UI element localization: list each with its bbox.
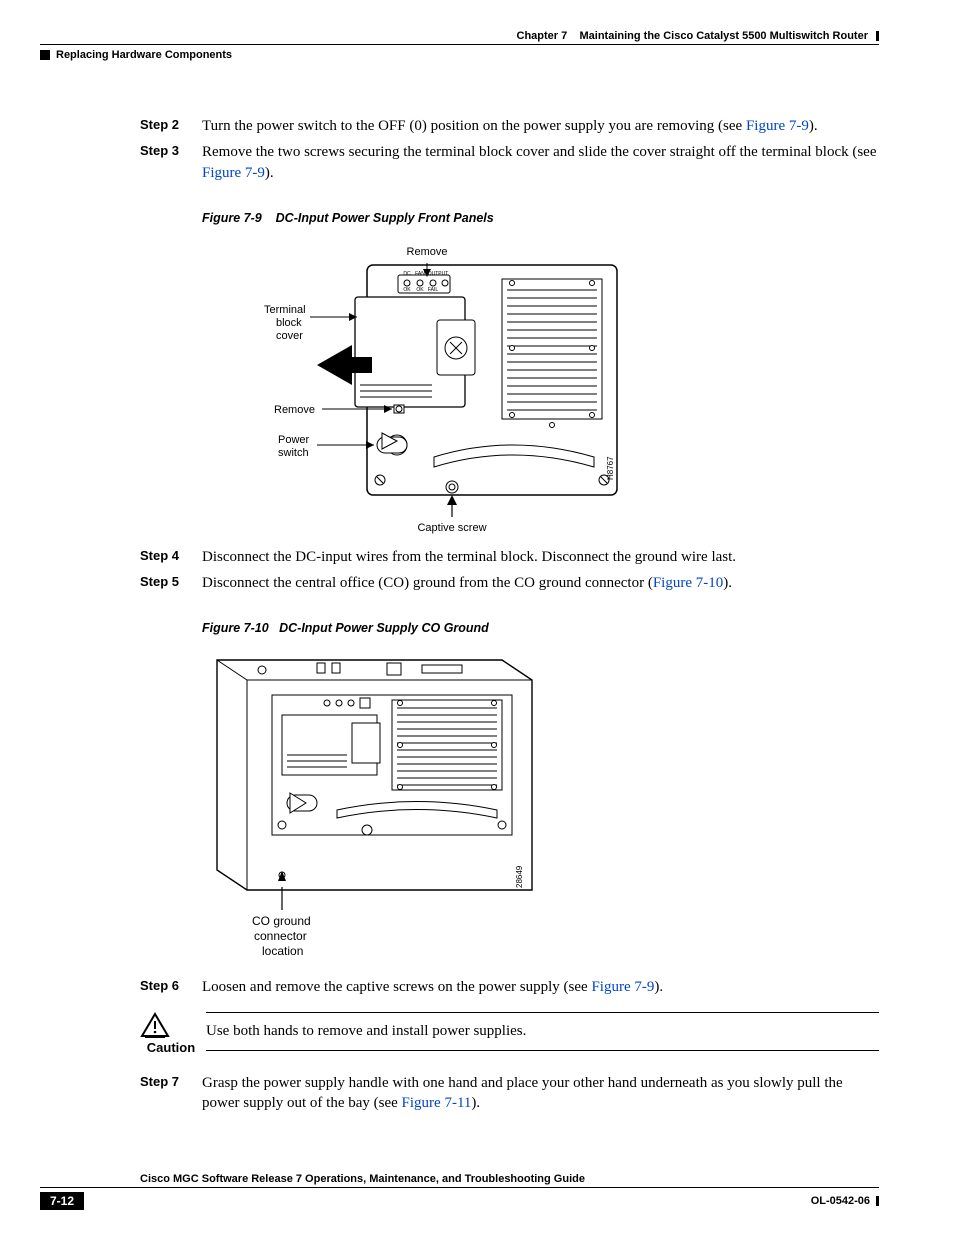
step-row: Step 6 Loosen and remove the captive scr…: [140, 977, 879, 997]
page: Chapter 7 Maintaining the Cisco Catalyst…: [0, 0, 954, 1230]
section-marker-icon: [40, 50, 50, 60]
figure-link[interactable]: Figure 7-10: [653, 575, 723, 591]
label-power2: switch: [278, 447, 309, 459]
chapter-prefix: Chapter 7: [517, 30, 568, 42]
step-row: Step 2 Turn the power switch to the OFF …: [140, 116, 879, 136]
footer-guide-title: Cisco MGC Software Release 7 Operations,…: [140, 1173, 879, 1185]
step-row: Step 5 Disconnect the central office (CO…: [140, 573, 879, 593]
figure-caption: Figure 7-9 DC-Input Power Supply Front P…: [202, 211, 879, 225]
step-label: Step 7: [140, 1073, 202, 1114]
step-text: Disconnect the central office (CO) groun…: [202, 573, 879, 593]
svg-text:FAN: FAN: [415, 271, 425, 277]
step-label: Step 3: [140, 142, 202, 183]
step-label: Step 6: [140, 977, 202, 997]
footer-bar-icon: [876, 1196, 879, 1206]
figure-caption: Figure 7-10 DC-Input Power Supply CO Gro…: [202, 621, 879, 635]
svg-text:FAIL: FAIL: [428, 287, 439, 293]
figure-7-9: Remove Terminal block cover Remove Power…: [202, 235, 879, 535]
step-text: Grasp the power supply handle with one h…: [202, 1073, 879, 1114]
step-row: Step 3 Remove the two screws securing th…: [140, 142, 879, 183]
svg-text:OK: OK: [416, 287, 424, 293]
figure-id: 28649: [515, 865, 524, 888]
svg-text:OUTPUT: OUTPUT: [428, 271, 449, 277]
step-label: Step 2: [140, 116, 202, 136]
step-text: Disconnect the DC-input wires from the t…: [202, 547, 879, 567]
main-content: Step 2 Turn the power switch to the OFF …: [140, 116, 879, 1113]
running-header: Chapter 7 Maintaining the Cisco Catalyst…: [40, 30, 879, 42]
caution-icon: [140, 1012, 170, 1038]
step-text: Turn the power switch to the OFF (0) pos…: [202, 116, 879, 136]
figure-link[interactable]: Figure 7-9: [746, 118, 809, 134]
step-label: Step 5: [140, 573, 202, 593]
step-text: Remove the two screws securing the termi…: [202, 142, 879, 183]
label-terminal2: block: [276, 317, 302, 329]
label-co1: CO ground: [252, 914, 311, 928]
figure-7-10: CO ground connector location 28649: [202, 645, 879, 965]
page-footer: Cisco MGC Software Release 7 Operations,…: [40, 1173, 879, 1210]
caution-block: Caution Use both hands to remove and ins…: [140, 1012, 879, 1055]
label-remove-side: Remove: [274, 404, 315, 416]
label-terminal1: Terminal: [264, 304, 306, 316]
chapter-title: Maintaining the Cisco Catalyst 5500 Mult…: [580, 30, 869, 42]
svg-text:OK: OK: [403, 287, 411, 293]
page-number-badge: 7-12: [40, 1192, 84, 1210]
figure-link[interactable]: Figure 7-11: [402, 1095, 472, 1111]
section-name: Replacing Hardware Components: [56, 49, 232, 61]
label-power1: Power: [278, 434, 310, 446]
caution-label: Caution: [140, 1040, 202, 1055]
label-co3: location: [262, 944, 303, 958]
step-row: Step 7 Grasp the power supply handle wit…: [140, 1073, 879, 1114]
label-co2: connector: [254, 929, 307, 943]
label-captive: Captive screw: [417, 522, 486, 534]
svg-text:DC: DC: [403, 271, 411, 277]
figure-link[interactable]: Figure 7-9: [202, 165, 265, 181]
header-bar-icon: [876, 31, 879, 41]
doc-id: OL-0542-06: [811, 1195, 870, 1207]
step-row: Step 4 Disconnect the DC-input wires fro…: [140, 547, 879, 567]
label-terminal3: cover: [276, 330, 303, 342]
figure-link[interactable]: Figure 7-9: [591, 979, 654, 995]
label-remove-top: Remove: [407, 246, 448, 258]
caution-text: Use both hands to remove and install pow…: [206, 1012, 879, 1051]
step-text: Loosen and remove the captive screws on …: [202, 977, 879, 997]
step-label: Step 4: [140, 547, 202, 567]
figure-id: H8767: [606, 456, 615, 480]
header-rule: [40, 44, 879, 45]
